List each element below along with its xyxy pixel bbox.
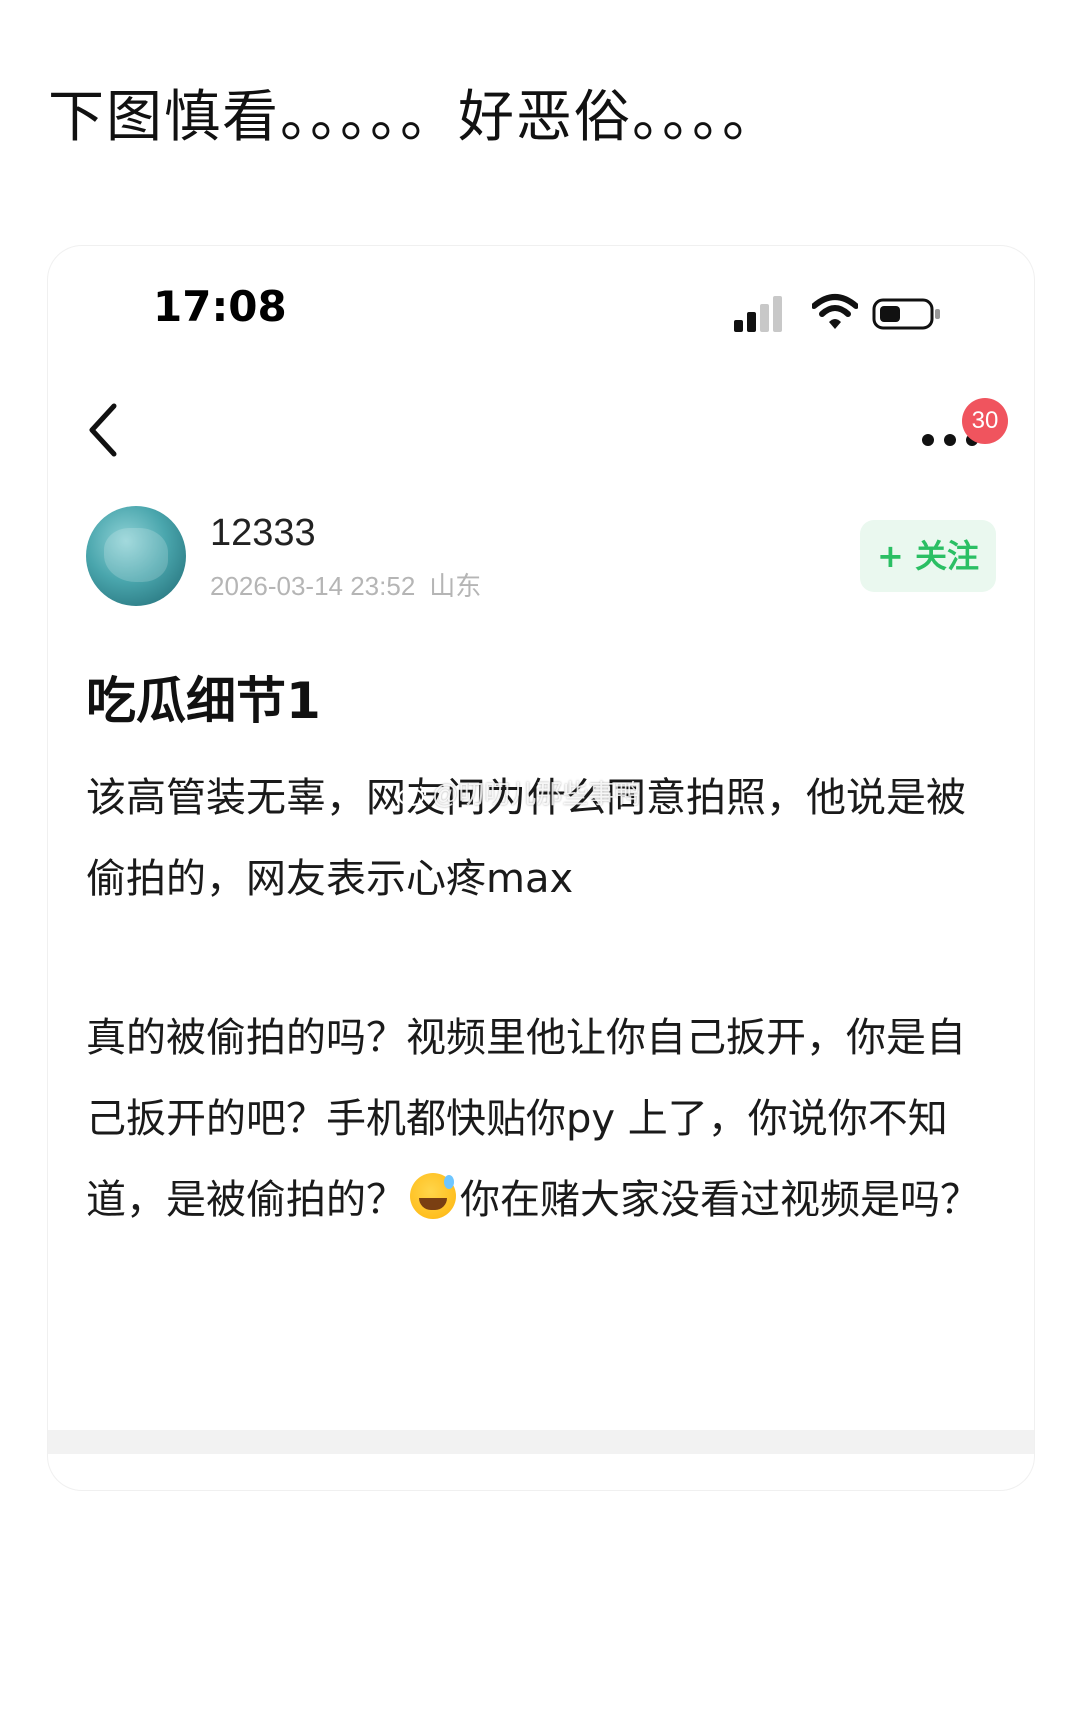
author-name[interactable]: 12333 [210, 512, 316, 555]
chevron-left-icon[interactable] [84, 400, 124, 460]
post-paragraph: 真的被偷拍的吗？视频里他让你自己扳开，你是自己扳开的吧？手机都快贴你py 上了，… [86, 998, 986, 1241]
post-datetime: 2026-03-14 23:52 [210, 571, 416, 601]
paragraph-text: 你在赌大家没看过视频是吗？ [460, 1177, 980, 1223]
nav-bar: 30 [48, 376, 1034, 486]
status-bar: 17:08 [48, 246, 1034, 376]
author-meta: 2026-03-14 23:52 山东 [210, 566, 481, 603]
section-divider [48, 1430, 1034, 1454]
watermark-text: @叨叨儿那些事鸭 [432, 779, 641, 809]
post-caption: 下图慎看。。。。。好恶俗。。。。 [48, 85, 780, 150]
grinning-sweat-emoji [410, 1173, 456, 1219]
signal-icon [734, 296, 782, 332]
follow-button[interactable]: + 关注 [860, 520, 996, 592]
status-icons [734, 292, 940, 336]
author-row: 12333 2026-03-14 23:52 山东 + 关注 [48, 506, 1034, 616]
post-title: 吃瓜细节1 [86, 672, 321, 730]
battery-icon [872, 298, 940, 330]
post-body: 该高管装无辜，网友问为什么同意拍照，他说是被偷拍的，网友表示心疼max 真的被偷… [86, 758, 986, 1241]
avatar[interactable] [86, 506, 186, 606]
status-time: 17:08 [153, 282, 287, 331]
post-location: 山东 [429, 571, 482, 601]
weibo-logo-icon [398, 786, 427, 806]
phone-screenshot: 17:08 30 12333 2026-03-14 23:52 山东 + 关注 … [48, 246, 1034, 1490]
wifi-icon [812, 294, 858, 329]
screenshot-page: 下图慎看。。。。。好恶俗。。。。 17:08 30 12333 2026-03-… [0, 0, 1080, 1721]
more-button[interactable]: 30 [922, 398, 1008, 468]
notification-badge: 30 [962, 398, 1008, 444]
watermark: @叨叨儿那些事鸭 [398, 774, 640, 811]
